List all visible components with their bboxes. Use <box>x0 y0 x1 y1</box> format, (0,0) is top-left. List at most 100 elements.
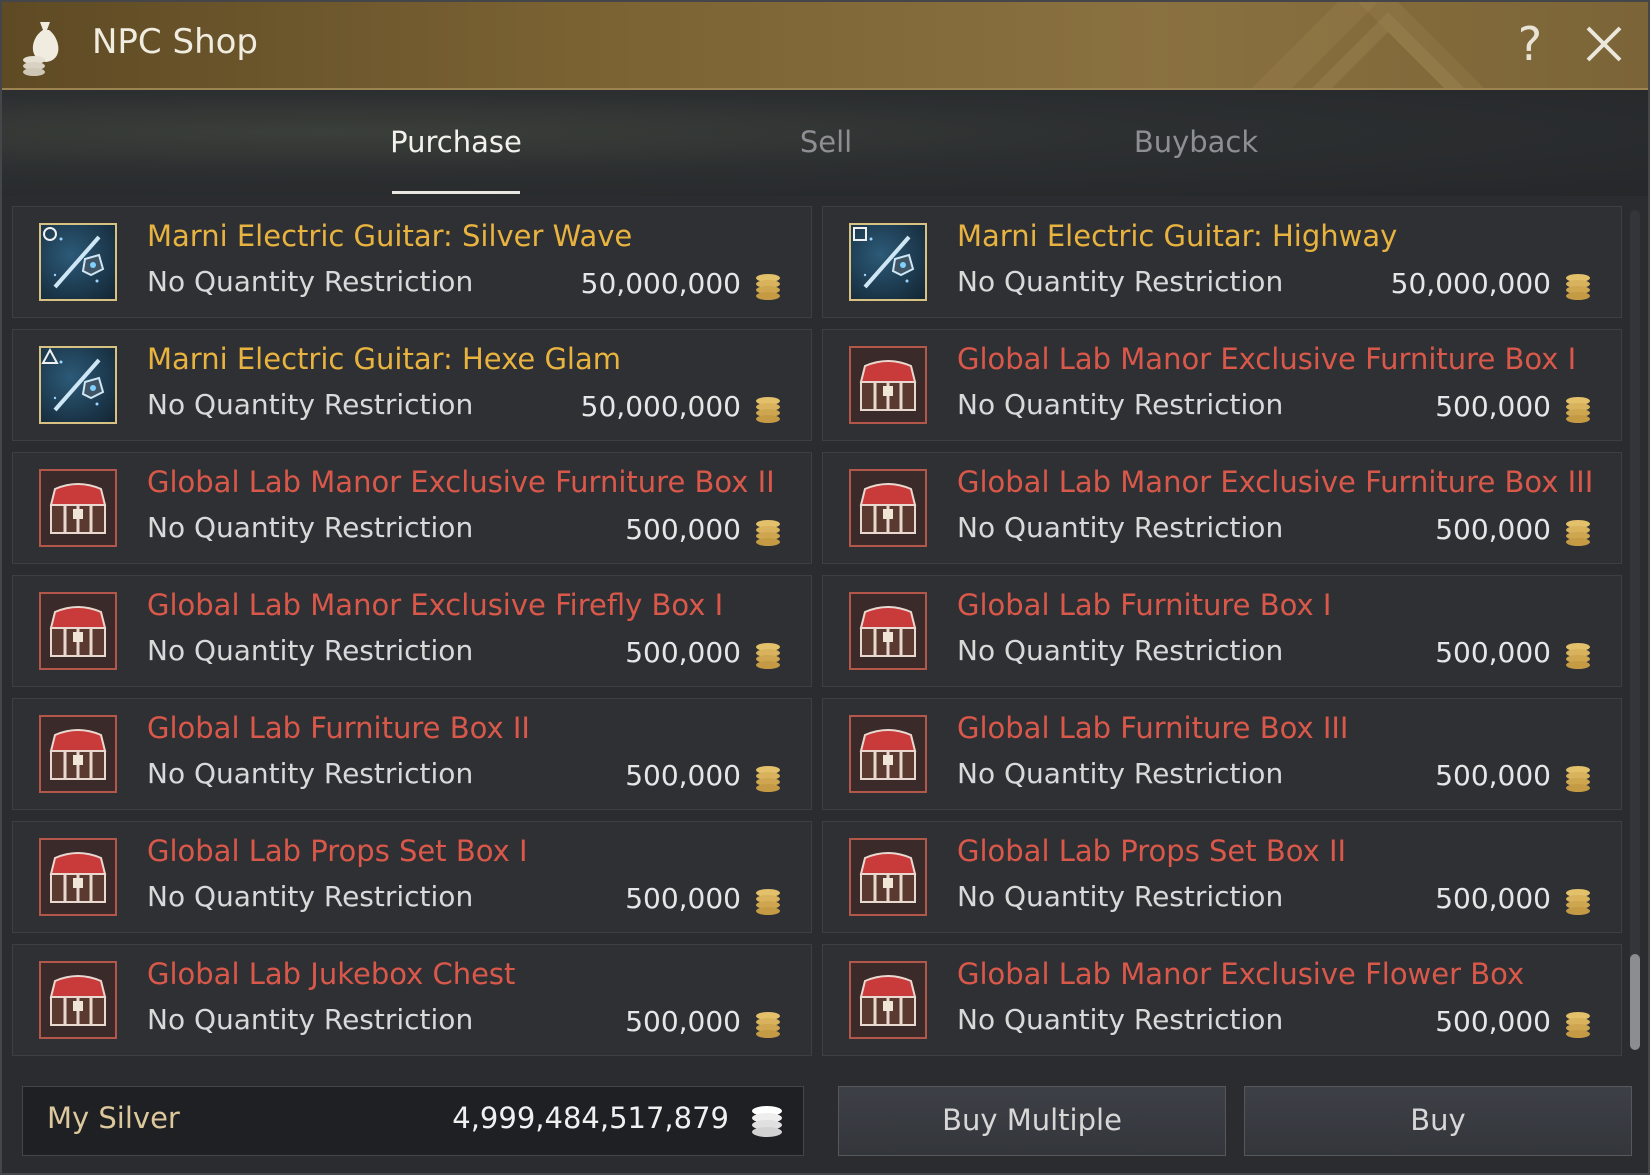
guitar-icon <box>849 223 927 301</box>
silver-coin-icon <box>756 766 780 792</box>
item-name: Global Lab Furniture Box III <box>957 711 1349 745</box>
grade-triangle-icon <box>41 348 59 364</box>
silver-coin-icon <box>756 274 780 300</box>
window-title: NPC Shop <box>92 22 258 62</box>
grade-square-icon <box>853 227 867 241</box>
silver-label: My Silver <box>47 1101 180 1135</box>
item-name: Global Lab Props Set Box II <box>957 834 1347 868</box>
shop-item[interactable]: Global Lab Manor Exclusive Furniture Box… <box>822 452 1622 564</box>
item-name: Global Lab Manor Exclusive Firefly Box I <box>147 588 724 622</box>
chest-icon <box>39 961 117 1039</box>
silver-coin-icon <box>756 520 780 546</box>
chest-icon <box>849 346 927 424</box>
item-restriction: No Quantity Restriction <box>957 634 1284 667</box>
silver-coin-icon <box>756 397 780 423</box>
item-restriction: No Quantity Restriction <box>957 880 1284 913</box>
chest-icon <box>39 838 117 916</box>
chest-art <box>49 729 107 780</box>
item-restriction: No Quantity Restriction <box>957 511 1284 544</box>
shop-item[interactable]: Global Lab Furniture Box III No Quantity … <box>822 698 1622 810</box>
shop-item[interactable]: Global Lab Furniture Box I No Quantity Re… <box>822 575 1622 687</box>
item-restriction: No Quantity Restriction <box>147 880 474 913</box>
item-name: Marni Electric Guitar: Hexe Glam <box>147 342 622 376</box>
shop-item[interactable]: Global Lab Manor Exclusive Furniture Box… <box>12 452 812 564</box>
shop-item[interactable]: Global Lab Manor Exclusive Flower Box No … <box>822 944 1622 1056</box>
shop-item[interactable]: Global Lab Manor Exclusive Firefly Box I… <box>12 575 812 687</box>
buy-multiple-button[interactable]: Buy Multiple <box>838 1086 1226 1156</box>
item-price: 500,000 <box>625 1005 741 1038</box>
silver-coin-icon <box>1566 1012 1590 1038</box>
guitar-icon <box>39 223 117 301</box>
my-silver-panel: My Silver 4,999,484,517,879 <box>22 1086 804 1156</box>
buy-button[interactable]: Buy <box>1244 1086 1632 1156</box>
shop-item[interactable]: Global Lab Manor Exclusive Furniture Box… <box>822 329 1622 441</box>
tab-buyback[interactable]: Buyback <box>1046 90 1346 194</box>
item-restriction: No Quantity Restriction <box>957 1003 1284 1036</box>
title-bar[interactable]: NPC Shop ? <box>2 2 1648 90</box>
chest-art <box>859 852 917 903</box>
silver-coin-icon <box>1566 643 1590 669</box>
chest-icon <box>849 469 927 547</box>
silver-coin-icon <box>1566 274 1590 300</box>
item-price: 500,000 <box>1435 1005 1551 1038</box>
chest-art <box>859 606 917 657</box>
silver-coin-icon <box>1566 766 1590 792</box>
shop-item[interactable]: Global Lab Props Set Box I No Quantity Re… <box>12 821 812 933</box>
item-list: Marni Electric Guitar: Silver Wave No Qua… <box>12 206 1627 1062</box>
chest-art <box>49 852 107 903</box>
tab-sell[interactable]: Sell <box>676 90 976 194</box>
help-button[interactable]: ? <box>1508 16 1552 72</box>
item-price: 500,000 <box>625 513 741 546</box>
tab-purchase[interactable]: Purchase <box>306 90 606 194</box>
chest-icon <box>39 592 117 670</box>
chest-art <box>859 360 917 411</box>
item-restriction: No Quantity Restriction <box>147 511 474 544</box>
chest-icon <box>39 469 117 547</box>
chest-icon <box>849 592 927 670</box>
chest-icon <box>39 715 117 793</box>
item-restriction: No Quantity Restriction <box>147 757 474 790</box>
item-name: Marni Electric Guitar: Highway <box>957 219 1398 253</box>
item-name: Global Lab Jukebox Chest <box>147 957 516 991</box>
item-price: 500,000 <box>1435 636 1551 669</box>
item-price: 500,000 <box>1435 759 1551 792</box>
silver-value: 4,999,484,517,879 <box>452 1101 729 1135</box>
item-name: Marni Electric Guitar: Silver Wave <box>147 219 633 253</box>
chest-icon <box>849 715 927 793</box>
shop-item[interactable]: Global Lab Props Set Box II No Quantity R… <box>822 821 1622 933</box>
chest-art <box>859 483 917 534</box>
chest-art <box>49 975 107 1026</box>
item-price: 500,000 <box>625 882 741 915</box>
shop-item[interactable]: Marni Electric Guitar: Hexe Glam No Quant… <box>12 329 812 441</box>
chest-art <box>49 483 107 534</box>
shop-item[interactable]: Marni Electric Guitar: Highway No Quantit… <box>822 206 1622 318</box>
silver-coin-icon <box>756 643 780 669</box>
chest-art <box>859 729 917 780</box>
silver-coin-icon <box>1566 520 1590 546</box>
item-price: 50,000,000 <box>580 267 741 300</box>
item-name: Global Lab Props Set Box I <box>147 834 528 868</box>
item-name: Global Lab Furniture Box II <box>147 711 530 745</box>
shop-item[interactable]: Global Lab Jukebox Chest No Quantity Rest… <box>12 944 812 1056</box>
chest-art <box>859 975 917 1026</box>
tab-bar: Purchase Sell Buyback <box>2 90 1648 196</box>
silver-coin-icon <box>756 1012 780 1038</box>
silver-coin-icon <box>752 1106 782 1137</box>
item-restriction: No Quantity Restriction <box>147 1003 474 1036</box>
shop-item[interactable]: Global Lab Furniture Box II No Quantity R… <box>12 698 812 810</box>
chest-art <box>49 606 107 657</box>
item-name: Global Lab Manor Exclusive Furniture Box… <box>147 465 775 499</box>
item-price: 500,000 <box>625 636 741 669</box>
scrollbar-thumb[interactable] <box>1630 954 1640 1050</box>
item-name: Global Lab Manor Exclusive Flower Box <box>957 957 1525 991</box>
scrollbar[interactable] <box>1630 210 1640 1050</box>
item-name: Global Lab Manor Exclusive Furniture Box… <box>957 465 1594 499</box>
close-icon[interactable] <box>1582 22 1626 66</box>
shop-item[interactable]: Marni Electric Guitar: Silver Wave No Qua… <box>12 206 812 318</box>
item-price: 50,000,000 <box>580 390 741 423</box>
item-restriction: No Quantity Restriction <box>957 265 1284 298</box>
npc-shop-window: NPC Shop ? Purchase Sell Buyback Marni E… <box>0 0 1650 1175</box>
item-restriction: No Quantity Restriction <box>147 388 474 421</box>
chest-icon <box>849 961 927 1039</box>
chest-icon <box>849 838 927 916</box>
